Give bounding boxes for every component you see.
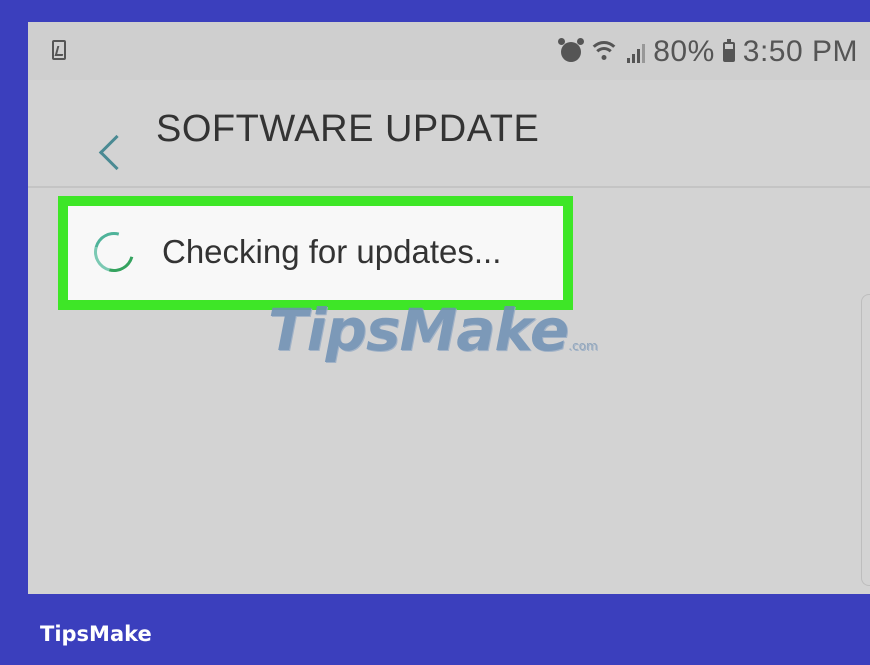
footer-brand: TipsMake [40,622,152,646]
signal-icon [627,41,646,63]
watermark-suffix: .com [568,339,598,353]
notification-icon [52,40,66,60]
progress-row: Checking for updates... [86,224,502,280]
page-title: SOFTWARE UPDATE [156,108,540,150]
clock: 3:50 PM [742,35,858,68]
frame-top [0,0,870,22]
watermark-text: TipsMake [268,296,569,364]
battery-icon [722,39,735,62]
scrollbar[interactable] [861,294,870,586]
back-button[interactable] [58,100,135,171]
wifi-icon [588,41,621,63]
loading-spinner-icon [86,224,142,280]
status-bar: 80% 3:50 PM [28,22,870,80]
progress-text: Checking for updates... [162,233,502,270]
app-bar: SOFTWARE UPDATE [28,80,870,188]
alarm-icon [558,38,585,62]
checking-updates-item: Checking for updates... [58,196,573,310]
status-indicators: 80% 3:50 PM [558,32,858,72]
battery-percent: 80% [653,35,715,68]
chevron-left-icon [98,134,135,171]
watermark-logo: TipsMake.com [268,296,598,364]
